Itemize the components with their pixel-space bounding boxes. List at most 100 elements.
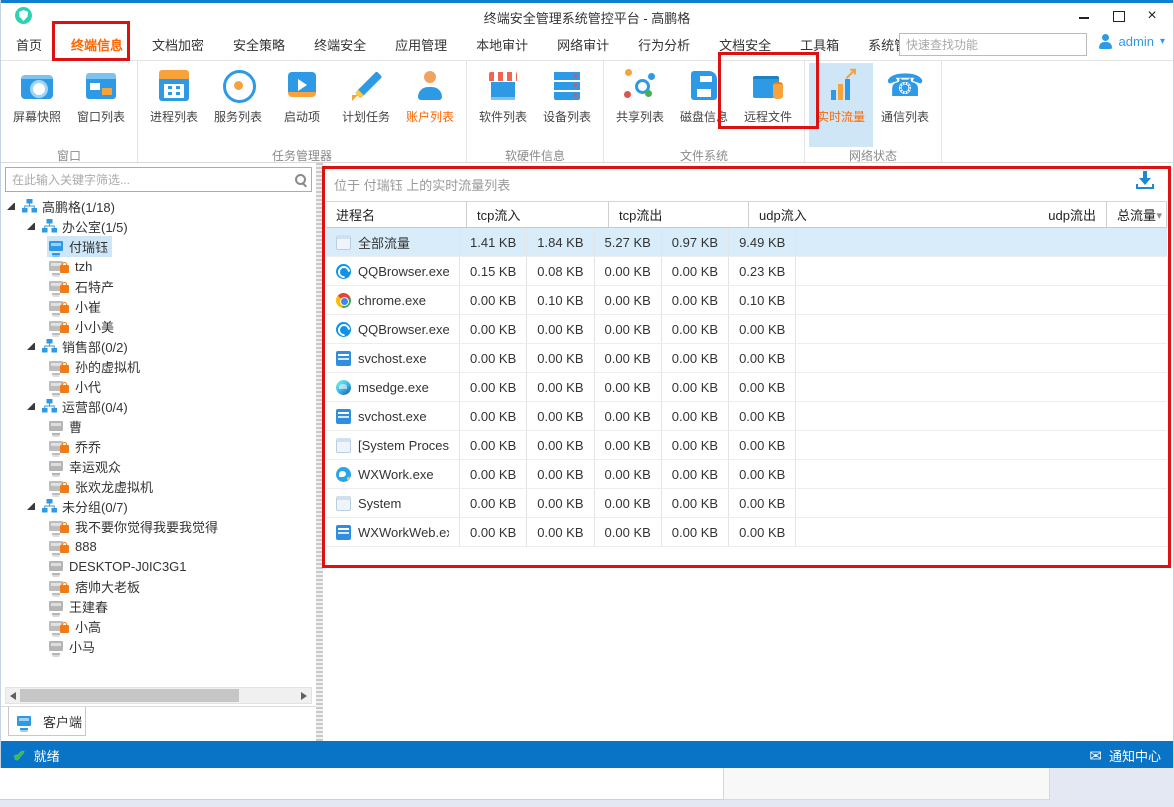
menu-item[interactable]: 网络审计 bbox=[557, 35, 609, 54]
ribbon-button[interactable]: 服务列表 bbox=[206, 63, 270, 147]
tree-item[interactable]: 曹 bbox=[1, 416, 316, 436]
tree-item[interactable]: 王建春 bbox=[1, 596, 316, 616]
ribbon-button[interactable]: 磁盘信息 bbox=[672, 63, 736, 147]
expand-arrow-icon[interactable] bbox=[27, 402, 35, 410]
tree-item[interactable]: 小小美 bbox=[1, 316, 316, 336]
scrollbar-thumb[interactable] bbox=[20, 689, 239, 702]
menu-item[interactable]: 首页 bbox=[16, 35, 42, 54]
scroll-left-icon[interactable] bbox=[10, 692, 16, 700]
tree-item[interactable]: 高鹏格(1/18) bbox=[1, 196, 316, 216]
column-header[interactable]: tcp流入 bbox=[467, 202, 609, 227]
column-header[interactable]: udp流出 bbox=[1038, 202, 1107, 227]
traffic-value-cell: 0.00 KB bbox=[662, 431, 729, 459]
table-row[interactable]: WXWork.exe 0.00 KB 0.00 KB bbox=[326, 460, 1167, 489]
tab-clients[interactable]: 客户端 bbox=[8, 707, 86, 736]
tree-item[interactable]: 痞帅大老板 bbox=[1, 576, 316, 596]
menu-item[interactable]: 文档安全 bbox=[719, 35, 771, 54]
table-row[interactable]: 全部流量 1.41 KB 1.84 KB bbox=[326, 228, 1167, 257]
menu-item[interactable]: 终端安全 bbox=[314, 35, 366, 54]
table-row[interactable]: QQBrowser.exe 0.15 KB 0.08 KB bbox=[326, 257, 1167, 286]
lock-icon bbox=[60, 545, 69, 553]
chrome bbox=[336, 293, 351, 308]
column-header[interactable]: 进程名 bbox=[326, 202, 467, 227]
sort-caret-icon[interactable]: ▾ bbox=[1156, 209, 1162, 222]
org-group-icon bbox=[22, 199, 37, 213]
tree-item[interactable]: 付瑞钰 bbox=[1, 236, 316, 256]
table-row[interactable]: svchost.exe 0.00 KB 0.00 KB bbox=[326, 402, 1167, 431]
menu-item[interactable]: 应用管理 bbox=[395, 35, 447, 54]
device-icon bbox=[547, 66, 587, 106]
tree-item[interactable]: 运营部(0/4) bbox=[1, 396, 316, 416]
ribbon-button[interactable]: 进程列表 bbox=[142, 63, 206, 147]
tree-item[interactable]: 销售部(0/2) bbox=[1, 336, 316, 356]
ribbon-button[interactable]: 共享列表 bbox=[608, 63, 672, 147]
tree-item[interactable]: DESKTOP-J0IC3G1 bbox=[1, 556, 316, 576]
menu-item[interactable]: 行为分析 bbox=[638, 35, 690, 54]
maximize-button[interactable] bbox=[1111, 9, 1125, 23]
tree-item[interactable]: 孙的虚拟机 bbox=[1, 356, 316, 376]
tree-horizontal-scrollbar[interactable] bbox=[5, 687, 312, 704]
ribbon-button[interactable]: 设备列表 bbox=[535, 63, 599, 147]
status-left: ✔ 就绪 bbox=[13, 746, 60, 765]
user-menu[interactable]: admin ▾ bbox=[1098, 34, 1165, 49]
menu-item[interactable]: 文档加密 bbox=[152, 35, 204, 54]
search-icon[interactable] bbox=[294, 173, 307, 186]
table-row[interactable]: svchost.exe 0.00 KB 0.00 KB bbox=[326, 344, 1167, 373]
column-header[interactable]: udp流入 bbox=[749, 202, 1038, 227]
close-button[interactable]: × bbox=[1145, 9, 1159, 23]
notification-center[interactable]: ✉ 通知中心 bbox=[1089, 746, 1161, 765]
tree-item[interactable]: tzh bbox=[1, 256, 316, 276]
tree-item[interactable]: 我不要你觉得我要我觉得 bbox=[1, 516, 316, 536]
ribbon-button[interactable]: 窗口列表 bbox=[69, 63, 133, 147]
status-text: 就绪 bbox=[34, 746, 60, 765]
tree-item[interactable]: 小代 bbox=[1, 376, 316, 396]
table-row[interactable]: [System Process] 0.00 KB 0.00 KB bbox=[326, 431, 1167, 460]
ribbon-button[interactable]: 通信列表 bbox=[873, 63, 937, 147]
menu-item[interactable]: 本地审计 bbox=[476, 35, 528, 54]
disk-icon bbox=[684, 66, 724, 106]
tree-item[interactable]: 幸运观众 bbox=[1, 456, 316, 476]
tree-item[interactable]: 888 bbox=[1, 536, 316, 556]
ribbon-button[interactable]: 远程文件 bbox=[736, 63, 800, 147]
tree-item[interactable]: 办公室(1/5) bbox=[1, 216, 316, 236]
menu-item[interactable]: 终端信息 bbox=[71, 35, 123, 54]
ribbon-group-label: 文件系统 bbox=[608, 147, 800, 164]
expand-arrow-icon[interactable] bbox=[27, 502, 35, 510]
expand-arrow-icon[interactable] bbox=[27, 342, 35, 350]
tree-item[interactable]: 未分组(0/7) bbox=[1, 496, 316, 516]
org-group-icon bbox=[42, 219, 57, 233]
ribbon-button[interactable]: 实时流量 bbox=[809, 63, 873, 147]
tree-item[interactable]: 张欢龙虚拟机 bbox=[1, 476, 316, 496]
table-row[interactable]: WXWorkWeb.exe 0.00 KB 0.00 KB bbox=[326, 518, 1167, 547]
scroll-right-icon[interactable] bbox=[301, 692, 307, 700]
table-row[interactable]: chrome.exe 0.00 KB 0.10 KB bbox=[326, 286, 1167, 315]
ribbon-button[interactable]: 计划任务 bbox=[334, 63, 398, 147]
process-name: System bbox=[358, 496, 401, 511]
tree-item-label: 孙的虚拟机 bbox=[75, 357, 140, 376]
tree-item[interactable]: 小崔 bbox=[1, 296, 316, 316]
table-row[interactable]: QQBrowser.exe 0.00 KB 0.00 KB bbox=[326, 315, 1167, 344]
expand-arrow-icon[interactable] bbox=[27, 222, 35, 230]
menu-item[interactable]: 安全策略 bbox=[233, 35, 285, 54]
tree-item[interactable]: 石特产 bbox=[1, 276, 316, 296]
table-row[interactable]: System 0.00 KB 0.00 KB bbox=[326, 489, 1167, 518]
quick-search-input[interactable] bbox=[899, 33, 1087, 56]
expand-arrow-icon[interactable] bbox=[7, 202, 15, 210]
tree-item[interactable]: 小高 bbox=[1, 616, 316, 636]
export-download-button[interactable] bbox=[1135, 171, 1155, 189]
table-row[interactable]: msedge.exe 0.00 KB 0.00 KB bbox=[326, 373, 1167, 402]
minimize-button[interactable] bbox=[1077, 9, 1091, 23]
ribbon-group-buttons: 实时流量 通信列表 bbox=[809, 63, 937, 147]
ribbon-button[interactable]: 账户列表 bbox=[398, 63, 462, 147]
traffic-value-cell: 0.00 KB bbox=[595, 257, 662, 285]
ribbon-button[interactable]: 软件列表 bbox=[471, 63, 535, 147]
ribbon-button[interactable]: 启动项 bbox=[270, 63, 334, 147]
tree-item[interactable]: 乔乔 bbox=[1, 436, 316, 456]
tree-filter-input[interactable] bbox=[6, 168, 289, 191]
tree-item[interactable]: 小马 bbox=[1, 636, 316, 656]
traffic-value-cell: 0.00 KB bbox=[527, 518, 594, 546]
column-header[interactable]: tcp流出 bbox=[609, 202, 749, 227]
ribbon-button[interactable]: 屏幕快照 bbox=[5, 63, 69, 147]
menu-item[interactable]: 工具箱 bbox=[800, 35, 839, 54]
sidebar-splitter[interactable] bbox=[316, 163, 323, 741]
